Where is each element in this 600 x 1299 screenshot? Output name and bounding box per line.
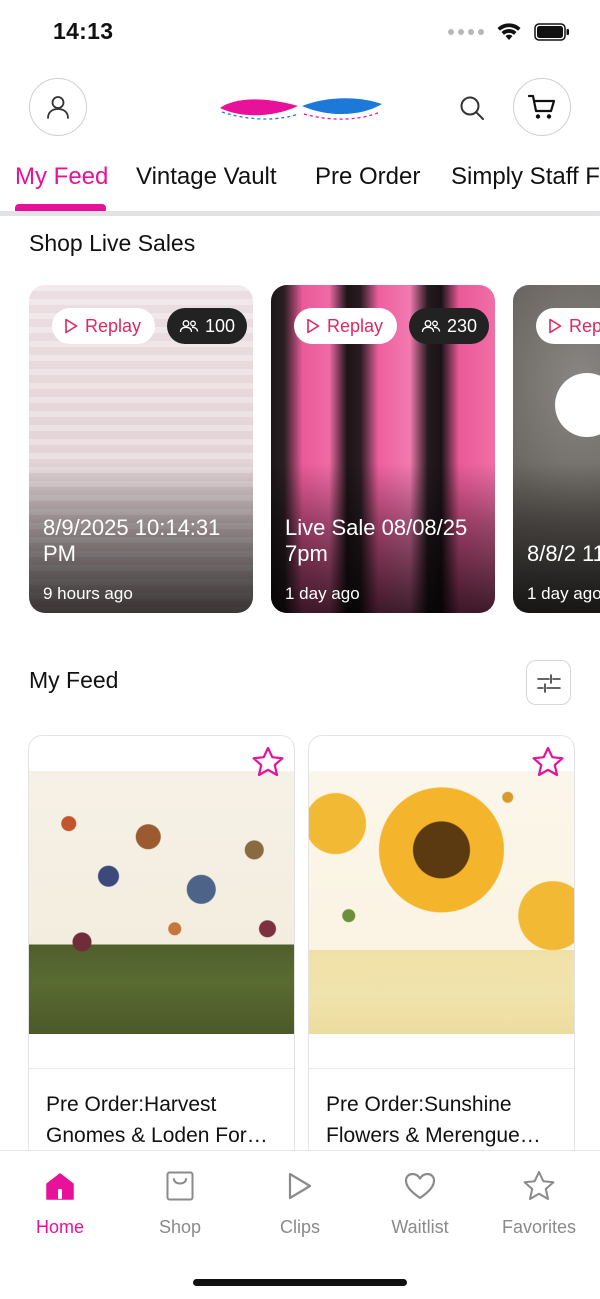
live-sales-title: Shop Live Sales [29,230,196,256]
home-indicator [193,1279,407,1286]
nav-waitlist-label: Waitlist [391,1217,449,1237]
status-bar: 14:13 [0,0,600,64]
replay-button[interactable]: Replay [294,308,398,344]
profile-button[interactable] [29,78,87,136]
play-icon [288,1172,312,1200]
product-title: Pre Order:Sunshine Flowers & Merengue… [326,1093,541,1147]
card-divider [309,1068,574,1069]
play-outline-icon [65,318,78,334]
play-outline-icon [549,318,562,334]
nav-shop[interactable]: Shop [125,1167,235,1238]
product-image [29,771,294,1034]
signal-icon [448,29,484,35]
replay-button[interactable]: Rep [536,308,600,344]
card-divider [29,1068,294,1069]
nav-favorites[interactable]: Favorites [484,1167,594,1238]
filter-sliders-icon [536,673,561,693]
tab-pre-order[interactable]: Pre Order [315,160,420,210]
live-sale-card[interactable]: Replay 100 8/9/2025 10:14:31 PM 9 hours … [29,285,253,613]
app-header [0,78,600,138]
viewers-badge: 230 [409,308,490,344]
nav-favorites-label: Favorites [501,1217,577,1237]
live-sale-title: Live Sale 08/08/25 7pm [285,515,468,566]
tab-my-feed[interactable]: My Feed [15,160,108,210]
tab-simply-staff[interactable]: Simply Staff F [451,160,600,210]
replay-label: Replay [85,315,142,336]
battery-icon [534,23,569,41]
heart-icon [404,1172,436,1200]
nav-clips[interactable]: Clips [245,1167,355,1238]
live-sale-title: 8/8/2 11:38:2 [527,541,600,566]
status-icons [448,22,570,42]
people-icon [179,320,199,333]
brand-logo-badge [555,373,600,437]
search-button[interactable] [456,92,488,124]
person-icon [47,96,69,119]
live-sale-time: 1 day ago [527,584,600,603]
viewers-count: 230 [447,315,478,336]
bottom-nav: Home Shop Clips Waitlist Favorites [0,1150,600,1299]
play-outline-icon [307,318,320,334]
star-icon [252,746,284,777]
replay-label: Replay [327,315,384,336]
product-image [309,771,574,1034]
filter-button[interactable] [526,660,571,705]
wifi-icon [497,23,521,40]
star-icon [532,746,564,777]
people-icon [421,320,441,333]
viewers-badge: 100 [167,308,248,344]
shopping-bag-icon [166,1171,194,1201]
nav-clips-label: Clips [279,1217,320,1237]
live-sales-carousel[interactable]: Replay 100 8/9/2025 10:14:31 PM 9 hours … [0,285,600,613]
favorite-star-button[interactable] [250,744,286,780]
cart-button[interactable] [513,78,571,136]
live-sale-title: 8/9/2025 10:14:31 PM [43,515,221,566]
viewers-count: 100 [205,315,236,336]
live-sale-card[interactable]: Replay 230 Live Sale 08/08/25 7pm 1 day … [271,285,495,613]
tabs-divider [0,211,600,216]
product-title: Pre Order:Harvest Gnomes & Loden For… [46,1093,268,1147]
replay-button[interactable]: Replay [52,308,156,344]
product-card[interactable]: Pre Order:Sunshine Flowers & Merengue… [308,735,575,1165]
brand-logo[interactable] [212,88,388,124]
favorite-star-button[interactable] [530,744,566,780]
star-icon [523,1171,555,1200]
replay-label: Rep [569,315,600,336]
live-sale-time: 9 hours ago [43,584,133,603]
search-icon [460,96,484,120]
tab-vintage-vault[interactable]: Vintage Vault [136,160,277,210]
product-card[interactable]: Pre Order:Harvest Gnomes & Loden For… [28,735,295,1165]
live-sale-card[interactable]: Rep 8/8/2 11:38:2 1 day ago [513,285,600,613]
home-icon [46,1173,74,1200]
nav-home-label: Home [35,1217,84,1237]
status-time: 14:13 [53,18,114,44]
cart-icon [527,94,556,119]
nav-shop-label: Shop [158,1217,202,1237]
nav-waitlist[interactable]: Waitlist [365,1167,475,1238]
nav-home[interactable]: Home [5,1167,115,1238]
live-sale-time: 1 day ago [285,584,360,603]
feed-title: My Feed [29,667,119,693]
